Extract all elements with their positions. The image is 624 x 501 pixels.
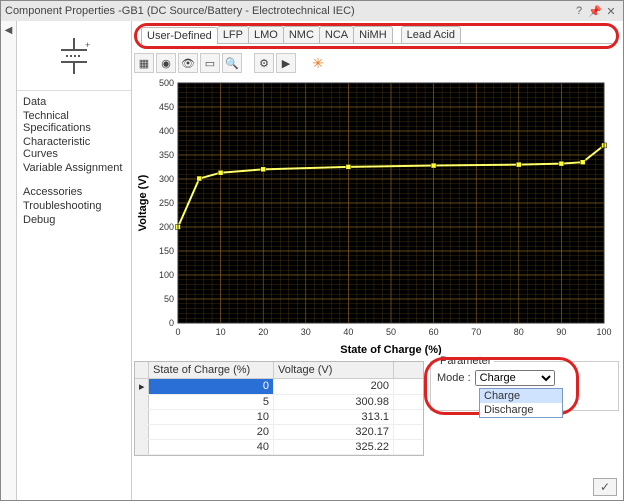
svg-text:10: 10: [216, 327, 226, 337]
tabs-annotation: User-Defined LFP LMO NMC NCA NiMH Lead A…: [134, 23, 619, 49]
voltage-soc-chart: 0 10 20 30 40 50 60 70 80 90 100 0 50 100 150 200 250 300…: [134, 77, 614, 357]
tab-lmo[interactable]: LMO: [248, 26, 284, 43]
svg-text:80: 80: [514, 327, 524, 337]
svg-text:200: 200: [159, 222, 174, 232]
svg-text:250: 250: [159, 198, 174, 208]
sidebar-item-debug[interactable]: Debug: [23, 213, 125, 227]
eye-icon[interactable]: 👁: [178, 53, 198, 73]
sidebar: + Data Technical Specifications Characte…: [17, 21, 132, 500]
help-icon[interactable]: ?: [571, 5, 587, 17]
window-title: Component Properties -GB1 (DC Source/Bat…: [5, 5, 571, 17]
mode-option-discharge[interactable]: Discharge: [480, 403, 562, 417]
mode-label: Mode :: [437, 372, 471, 384]
tab-lead-acid[interactable]: Lead Acid: [401, 26, 461, 43]
svg-text:450: 450: [159, 102, 174, 112]
table-header-voltage: Voltage (V): [274, 362, 394, 378]
svg-text:90: 90: [556, 327, 566, 337]
svg-text:350: 350: [159, 150, 174, 160]
zoom-icon[interactable]: 🔍: [222, 53, 242, 73]
svg-text:60: 60: [429, 327, 439, 337]
svg-text:500: 500: [159, 78, 174, 88]
tab-nimh[interactable]: NiMH: [353, 26, 393, 43]
gear-icon[interactable]: ✳: [308, 53, 328, 73]
chemistry-tabs: User-Defined LFP LMO NMC NCA NiMH Lead A…: [141, 26, 612, 44]
rect-icon[interactable]: ▭: [200, 53, 220, 73]
svg-text:100: 100: [596, 327, 611, 337]
palette-icon[interactable]: ▦: [134, 53, 154, 73]
mode-select[interactable]: Charge: [475, 370, 555, 386]
data-table: State of Charge (%) Voltage (V) ▸0200530…: [134, 361, 424, 456]
svg-text:50: 50: [386, 327, 396, 337]
svg-text:State of Charge (%): State of Charge (%): [340, 344, 442, 356]
svg-text:0: 0: [169, 318, 174, 328]
tab-user-defined[interactable]: User-Defined: [141, 27, 218, 44]
pin-icon[interactable]: 📌: [587, 5, 603, 18]
svg-text:+: +: [85, 40, 90, 50]
main-panel: User-Defined LFP LMO NMC NCA NiMH Lead A…: [132, 21, 623, 500]
sidebar-item-accessories[interactable]: Accessories: [23, 185, 125, 199]
table-row[interactable]: 5300.98: [135, 395, 423, 410]
svg-text:20: 20: [258, 327, 268, 337]
table-row[interactable]: 40325.22: [135, 440, 423, 455]
svg-text:400: 400: [159, 126, 174, 136]
target-icon[interactable]: ◉: [156, 53, 176, 73]
sidebar-item-data[interactable]: Data: [23, 95, 125, 109]
title-bar: Component Properties -GB1 (DC Source/Bat…: [1, 1, 623, 21]
parameter-legend: Parameter: [437, 355, 494, 367]
tab-nmc[interactable]: NMC: [283, 26, 320, 43]
tab-nca[interactable]: NCA: [319, 26, 354, 43]
sidebar-item-troubleshooting[interactable]: Troubleshooting: [23, 199, 125, 213]
svg-text:40: 40: [343, 327, 353, 337]
table-row[interactable]: 20320.17: [135, 425, 423, 440]
ok-button[interactable]: ✓: [593, 478, 617, 496]
table-header-soc: State of Charge (%): [149, 362, 274, 378]
svg-text:150: 150: [159, 246, 174, 256]
svg-text:50: 50: [164, 294, 174, 304]
collapse-sidebar[interactable]: ◀: [1, 21, 17, 500]
svg-text:30: 30: [301, 327, 311, 337]
sidebar-item-variable-assignment[interactable]: Variable Assignment: [23, 161, 125, 175]
component-symbol-icon: +: [17, 21, 131, 91]
play-icon[interactable]: ▶: [276, 53, 296, 73]
svg-text:0: 0: [175, 327, 180, 337]
parameter-panel: Parameter Mode : Charge Charge Discharge: [430, 361, 619, 456]
mode-option-charge[interactable]: Charge: [480, 389, 562, 403]
close-icon[interactable]: ✕: [603, 5, 619, 18]
tab-lfp[interactable]: LFP: [217, 26, 249, 43]
svg-text:300: 300: [159, 174, 174, 184]
table-rowhead: [135, 362, 149, 378]
chevron-left-icon: ◀: [5, 25, 13, 36]
settings-icon[interactable]: ⚙: [254, 53, 274, 73]
sidebar-item-tech-specs[interactable]: Technical Specifications: [23, 109, 125, 135]
table-row[interactable]: 10313.1: [135, 410, 423, 425]
svg-text:Voltage (V): Voltage (V): [137, 174, 149, 231]
sidebar-item-characteristic-curves[interactable]: Characteristic Curves: [23, 135, 125, 161]
svg-text:70: 70: [471, 327, 481, 337]
table-row[interactable]: ▸0200: [135, 379, 423, 395]
chart-toolbar: ▦ ◉ 👁 ▭ 🔍 ⚙ ▶ ✳: [134, 53, 619, 73]
svg-text:100: 100: [159, 270, 174, 280]
mode-dropdown-list: Charge Discharge: [479, 388, 563, 418]
